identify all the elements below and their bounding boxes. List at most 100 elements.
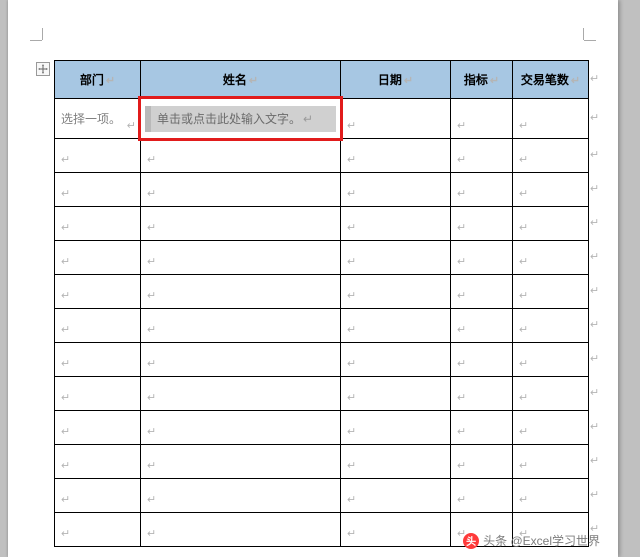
table-cell[interactable]: ↵	[513, 207, 589, 241]
table-cell[interactable]: ↵	[451, 139, 513, 173]
table-cell[interactable]: ↵	[451, 309, 513, 343]
row-end-mark-icon: ↵	[590, 410, 602, 444]
table-cell[interactable]: ↵	[55, 309, 141, 343]
content-control-placeholder-text: 单击或点击此处输入文字。	[157, 106, 301, 132]
toutiao-logo-icon: 头	[463, 533, 479, 549]
table-cell[interactable]: ↵	[513, 139, 589, 173]
table-cell[interactable]: ↵	[341, 173, 451, 207]
header-index[interactable]: 指标↵	[451, 61, 513, 99]
watermark: 头 头条 @Excel学习世界	[463, 532, 600, 549]
header-date[interactable]: 日期↵	[341, 61, 451, 99]
table-cell[interactable]: ↵	[141, 207, 341, 241]
table-cell[interactable]: ↵	[451, 411, 513, 445]
table-cell[interactable]: ↵	[513, 275, 589, 309]
table-cell[interactable]: ↵	[141, 377, 341, 411]
dept-dropdown-cell[interactable]: 选择一项。↵	[55, 99, 141, 139]
paragraph-mark-icon: ↵	[404, 74, 413, 87]
table-move-handle-icon[interactable]	[36, 62, 50, 76]
table-cell[interactable]: ↵	[341, 479, 451, 513]
table-cell[interactable]: ↵	[513, 343, 589, 377]
table-cell[interactable]: ↵	[141, 445, 341, 479]
paragraph-mark-icon: ↵	[147, 323, 156, 336]
table-cell[interactable]: ↵	[55, 479, 141, 513]
table-cell[interactable]: ↵	[341, 309, 451, 343]
table-cell[interactable]: ↵	[451, 173, 513, 207]
table-cell[interactable]: ↵	[55, 275, 141, 309]
table-cell[interactable]: ↵	[141, 139, 341, 173]
word-table[interactable]: 部门↵ 姓名↵ 日期↵ 指标↵ 交易笔数↵ 选择一项。↵单击或点击此处输入文字。…	[54, 60, 588, 547]
paragraph-mark-icon: ↵	[457, 493, 466, 506]
row-end-mark-icon: ↵	[590, 478, 602, 512]
table-cell[interactable]: ↵	[141, 241, 341, 275]
paragraph-mark-icon: ↵	[347, 187, 356, 200]
table-cell[interactable]: ↵	[341, 411, 451, 445]
table-cell[interactable]: ↵	[513, 445, 589, 479]
paragraph-mark-icon: ↵	[303, 106, 313, 132]
table-cell[interactable]: ↵	[451, 241, 513, 275]
table-cell[interactable]: ↵	[513, 173, 589, 207]
paragraph-mark-icon: ↵	[457, 221, 466, 234]
table-cell[interactable]: ↵	[141, 479, 341, 513]
header-dept[interactable]: 部门↵	[55, 61, 141, 99]
table-cell[interactable]: ↵	[341, 99, 451, 139]
table-cell[interactable]: ↵	[451, 479, 513, 513]
row-end-mark-icon: ↵	[590, 444, 602, 478]
paragraph-mark-icon: ↵	[147, 391, 156, 404]
table-cell[interactable]: ↵	[141, 275, 341, 309]
table-cell[interactable]: ↵	[451, 275, 513, 309]
table-cell[interactable]: ↵	[341, 275, 451, 309]
content-control[interactable]: 单击或点击此处输入文字。↵	[145, 106, 336, 132]
table-cell[interactable]: ↵	[451, 99, 513, 139]
table-row: ↵↵↵↵↵	[55, 207, 589, 241]
table-cell[interactable]: ↵	[341, 445, 451, 479]
paragraph-mark-icon: ↵	[127, 119, 136, 132]
table-cell[interactable]: ↵	[513, 241, 589, 275]
table-row: 选择一项。↵单击或点击此处输入文字。↵↵↵↵	[55, 99, 589, 139]
table-cell[interactable]: ↵	[513, 411, 589, 445]
paragraph-mark-icon: ↵	[147, 493, 156, 506]
table-cell[interactable]: ↵	[55, 241, 141, 275]
table-cell[interactable]: ↵	[55, 207, 141, 241]
table-cell[interactable]: ↵	[55, 173, 141, 207]
table-cell[interactable]: ↵	[55, 445, 141, 479]
paragraph-mark-icon: ↵	[61, 459, 70, 472]
table-cell[interactable]: ↵	[341, 513, 451, 547]
table-cell[interactable]: ↵	[341, 139, 451, 173]
table-cell[interactable]: ↵	[341, 377, 451, 411]
table-cell[interactable]: ↵	[451, 343, 513, 377]
header-name[interactable]: 姓名↵	[141, 61, 341, 99]
table-row: ↵↵↵↵↵	[55, 411, 589, 445]
table-cell[interactable]: ↵	[451, 207, 513, 241]
table-cell[interactable]: ↵	[55, 411, 141, 445]
table-cell[interactable]: ↵	[55, 139, 141, 173]
table-cell[interactable]: ↵	[451, 445, 513, 479]
paragraph-mark-icon: ↵	[147, 255, 156, 268]
paragraph-mark-icon: ↵	[519, 493, 528, 506]
paragraph-mark-icon: ↵	[61, 187, 70, 200]
table-cell[interactable]: ↵	[55, 343, 141, 377]
table-cell[interactable]: ↵	[513, 377, 589, 411]
table-cell[interactable]: ↵	[141, 343, 341, 377]
paragraph-mark-icon: ↵	[347, 459, 356, 472]
table-cell[interactable]: ↵	[141, 513, 341, 547]
table-cell[interactable]: ↵	[451, 377, 513, 411]
table-cell[interactable]: ↵	[55, 377, 141, 411]
name-content-control-cell[interactable]: 单击或点击此处输入文字。↵	[141, 99, 341, 139]
row-end-mark-icon: ↵	[590, 240, 602, 274]
table-cell[interactable]: ↵	[341, 207, 451, 241]
paragraph-mark-icon: ↵	[457, 289, 466, 302]
table-cell[interactable]: ↵	[141, 173, 341, 207]
header-count[interactable]: 交易笔数↵	[513, 61, 589, 99]
paragraph-mark-icon: ↵	[61, 357, 70, 370]
table-cell[interactable]: ↵	[513, 479, 589, 513]
table-cell[interactable]: ↵	[141, 411, 341, 445]
table-cell[interactable]: ↵	[341, 241, 451, 275]
paragraph-mark-icon: ↵	[519, 221, 528, 234]
table-cell[interactable]: ↵	[513, 309, 589, 343]
table-cell[interactable]: ↵	[513, 99, 589, 139]
table-cell[interactable]: ↵	[55, 513, 141, 547]
paragraph-mark-icon: ↵	[61, 323, 70, 336]
paragraph-mark-icon: ↵	[519, 187, 528, 200]
table-cell[interactable]: ↵	[141, 309, 341, 343]
table-cell[interactable]: ↵	[341, 343, 451, 377]
